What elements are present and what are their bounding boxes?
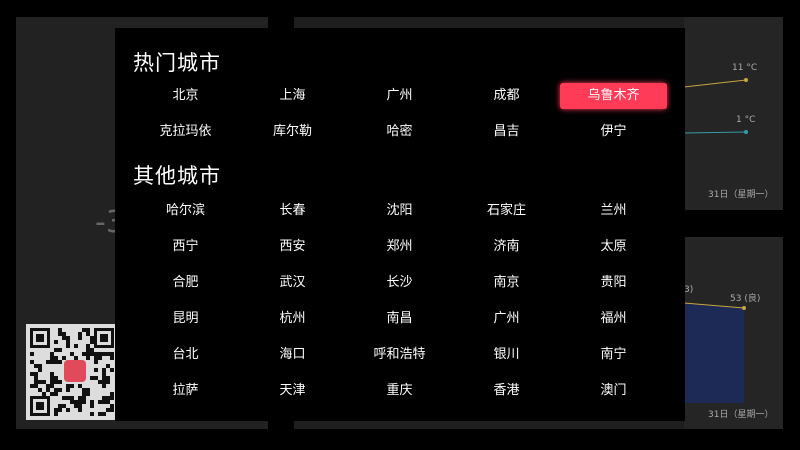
- city-button[interactable]: 昌吉: [453, 119, 560, 145]
- city-button[interactable]: 西安: [239, 234, 346, 260]
- city-button[interactable]: 石家庄: [453, 198, 560, 224]
- city-button[interactable]: 广州: [346, 83, 453, 109]
- city-button[interactable]: 太原: [560, 234, 667, 260]
- city-button[interactable]: 贵阳: [560, 270, 667, 296]
- city-button[interactable]: 澳门: [560, 378, 667, 404]
- city-button[interactable]: 呼和浩特: [346, 342, 453, 368]
- qr-code: [26, 324, 118, 420]
- temperature-chart: [684, 78, 748, 134]
- city-picker-dialog: 热门城市 北京 上海 广州 成都 乌鲁木齐 克拉玛依 库尔勒 哈密 昌吉 伊宁 其他城市 哈尔滨长…: [115, 28, 685, 421]
- city-button[interactable]: 兰州: [560, 198, 667, 224]
- city-button[interactable]: 福州: [560, 306, 667, 332]
- city-button[interactable]: 成都: [453, 83, 560, 109]
- aqi-chart-panel: 3) 53 (良) 31日（星期一）: [684, 237, 783, 429]
- city-button[interactable]: 西宁: [132, 234, 239, 260]
- temperature-chart-panel: 11 °C 1 °C 31日（星期一）: [684, 17, 783, 210]
- city-button[interactable]: 南宁: [560, 342, 667, 368]
- temp-high-label: 11 °C: [732, 63, 758, 73]
- city-button[interactable]: 沈阳: [346, 198, 453, 224]
- city-button[interactable]: 库尔勒: [239, 119, 346, 145]
- city-button[interactable]: 济南: [453, 234, 560, 260]
- city-button[interactable]: 乌鲁木齐: [560, 83, 667, 109]
- hot-cities-title: 热门城市: [133, 51, 221, 75]
- city-button[interactable]: 天津: [239, 378, 346, 404]
- city-button[interactable]: 克拉玛依: [132, 119, 239, 145]
- city-button[interactable]: 台北: [132, 342, 239, 368]
- city-button[interactable]: 南京: [453, 270, 560, 296]
- chart-date-label: 31日（星期一）: [708, 410, 774, 420]
- city-button[interactable]: 昆明: [132, 306, 239, 332]
- city-button[interactable]: 杭州: [239, 306, 346, 332]
- city-button[interactable]: 拉萨: [132, 378, 239, 404]
- aqi-chart: [684, 302, 746, 403]
- aqi-value-label: 53 (良): [730, 294, 761, 304]
- aqi-partial-label: 3): [684, 285, 694, 295]
- city-button[interactable]: 郑州: [346, 234, 453, 260]
- temp-low-label: 1 °C: [736, 115, 756, 125]
- city-button[interactable]: 伊宁: [560, 119, 667, 145]
- city-button[interactable]: 重庆: [346, 378, 453, 404]
- city-button[interactable]: 广州: [453, 306, 560, 332]
- city-button[interactable]: 合肥: [132, 270, 239, 296]
- city-button[interactable]: 海口: [239, 342, 346, 368]
- city-button[interactable]: 哈密: [346, 119, 453, 145]
- city-button[interactable]: 南昌: [346, 306, 453, 332]
- city-button[interactable]: 长春: [239, 198, 346, 224]
- city-button[interactable]: 武汉: [239, 270, 346, 296]
- city-button[interactable]: 北京: [132, 83, 239, 109]
- city-button[interactable]: 上海: [239, 83, 346, 109]
- city-button[interactable]: 长沙: [346, 270, 453, 296]
- city-button[interactable]: 哈尔滨: [132, 198, 239, 224]
- chart-date-label: 31日（星期一）: [708, 190, 774, 200]
- other-cities-title: 其他城市: [133, 164, 221, 188]
- city-button[interactable]: 香港: [453, 378, 560, 404]
- city-button[interactable]: 银川: [453, 342, 560, 368]
